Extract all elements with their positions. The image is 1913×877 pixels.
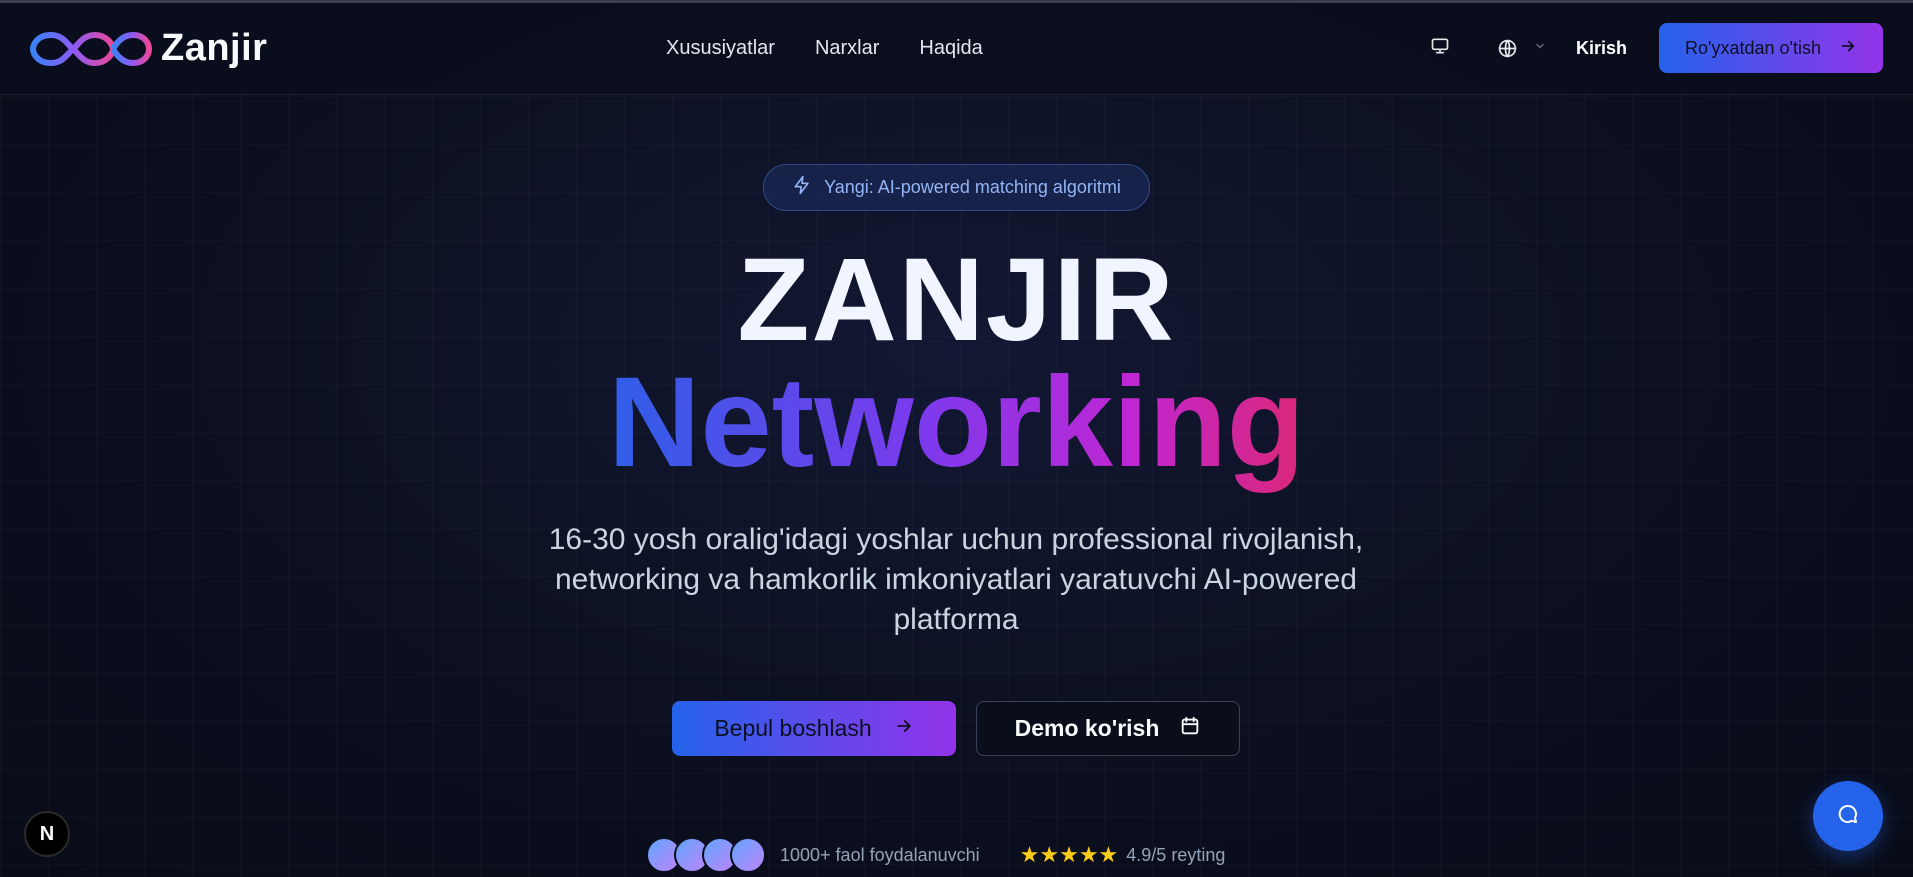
language-selector[interactable] — [1488, 28, 1546, 68]
theme-toggle-button[interactable] — [1420, 28, 1460, 68]
start-free-button[interactable]: Bepul boshlash — [672, 701, 956, 756]
top-navbar: Zanjir Xususiyatlar Narxlar Haqida Kiris… — [0, 3, 1913, 95]
user-avatars — [646, 837, 766, 873]
view-demo-button[interactable]: Demo ko'rish — [976, 701, 1240, 756]
dev-tools-badge[interactable]: N — [24, 811, 70, 857]
signup-label: Ro'yxatdan o'tish — [1685, 37, 1821, 58]
login-link[interactable]: Kirish — [1576, 38, 1627, 59]
hero-subtitle-text: Networking — [608, 351, 1305, 494]
rating-text: 4.9/5 reyting — [1126, 844, 1226, 865]
announcement-badge[interactable]: Yangi: AI-powered matching algoritmi — [763, 164, 1150, 211]
social-proof: 1000+ faol foydalanuvchi ★★★★★ 4.9/5 rey… — [646, 837, 1225, 873]
lightning-icon — [792, 175, 812, 200]
chat-button[interactable] — [1813, 781, 1883, 851]
rating-stars: ★★★★★ — [1019, 842, 1119, 867]
signup-button[interactable]: Ro'yxatdan o'tish — [1659, 23, 1883, 73]
chevron-down-icon — [1534, 39, 1546, 57]
chat-bubble-icon — [1836, 802, 1860, 831]
arrow-right-icon — [894, 715, 914, 742]
nav-actions: Kirish Ro'yxatdan o'tish — [1420, 23, 1883, 73]
brand-name: Zanjir — [161, 27, 268, 69]
hero-description: 16-30 yosh oralig'idagi yoshlar uchun pr… — [548, 523, 1364, 636]
start-free-label: Bepul boshlash — [714, 715, 872, 741]
hero-title: ZANJIR — [737, 234, 1176, 366]
globe-icon — [1488, 28, 1528, 68]
active-users-count: 1000+ faol foydalanuvchi — [780, 844, 980, 865]
main-nav: Xususiyatlar Narxlar Haqida — [666, 37, 983, 60]
avatar — [730, 837, 766, 873]
nav-link-features[interactable]: Xususiyatlar — [666, 37, 775, 60]
calendar-icon — [1179, 715, 1201, 743]
monitor-icon — [1430, 36, 1450, 61]
nav-link-about[interactable]: Haqida — [919, 37, 982, 60]
hero-subtitle: Networking — [0, 358, 1913, 488]
view-demo-label: Demo ko'rish — [1014, 715, 1160, 741]
arrow-right-icon — [1839, 37, 1857, 60]
infinity-chain-icon — [29, 28, 153, 70]
nav-link-pricing[interactable]: Narxlar — [815, 37, 879, 60]
brand-logo[interactable]: Zanjir — [29, 27, 267, 70]
badge-text: Yangi: AI-powered matching algoritmi — [824, 177, 1121, 197]
